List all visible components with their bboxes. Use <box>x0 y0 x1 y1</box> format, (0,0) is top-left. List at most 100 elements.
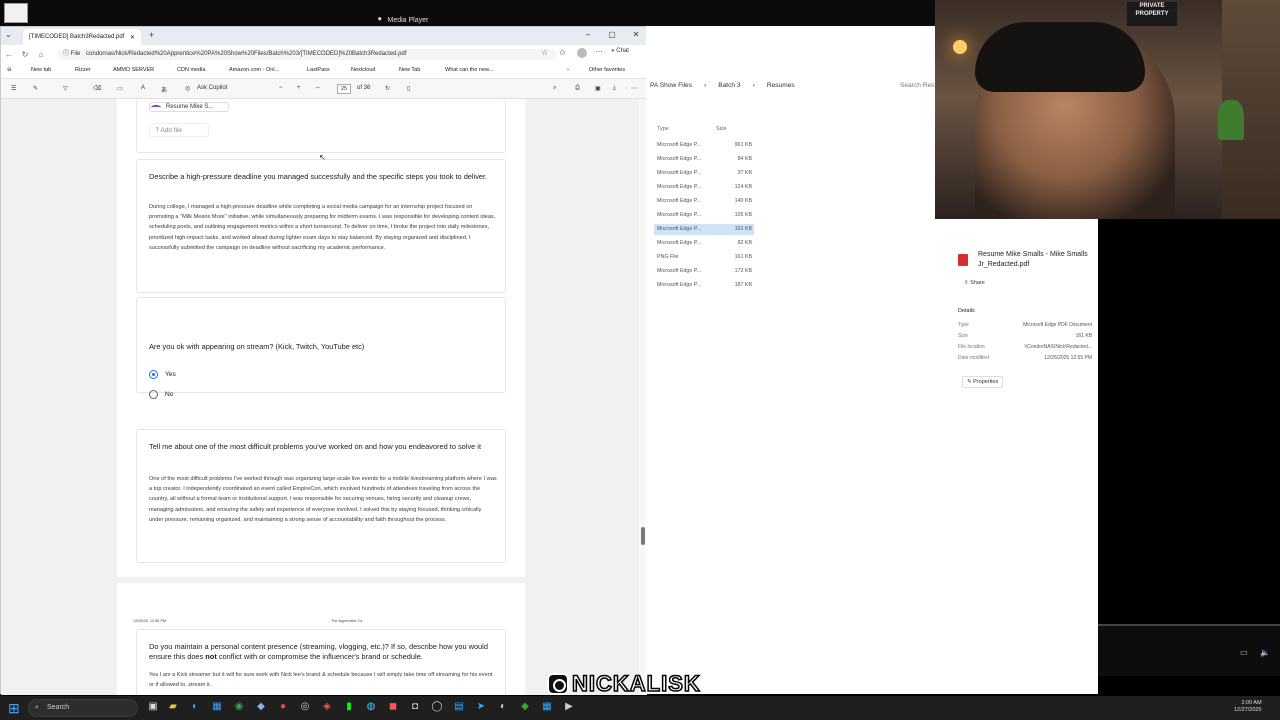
print-icon[interactable]: ⎙ <box>575 85 580 92</box>
file-row[interactable]: Microsoft Edge P... 172 KB <box>654 266 754 277</box>
zoom-out-icon[interactable]: − <box>279 85 283 91</box>
app-icon[interactable]: ➤ <box>474 700 488 714</box>
app-icon[interactable]: ◐ <box>496 700 510 714</box>
attachment-chip[interactable]: Resume Mike S... <box>149 102 229 112</box>
chrome-icon[interactable]: ◉ <box>232 700 246 714</box>
app-icon[interactable]: ◯ <box>430 700 444 714</box>
fav-item[interactable]: What can the new... <box>445 67 493 73</box>
app-icon[interactable]: ◎ <box>298 700 312 714</box>
view-icon[interactable]: ▭ <box>117 85 123 92</box>
properties-button[interactable]: ✎ Properties <box>962 376 1004 388</box>
taskbar-search[interactable]: ⌕ Search <box>28 699 138 717</box>
page-view-icon[interactable]: ▯ <box>407 85 410 92</box>
store-icon[interactable]: ▦ <box>210 700 224 714</box>
fav-item[interactable]: New Tab <box>399 67 420 73</box>
fav-item[interactable]: Amazon.com - Onl... <box>229 67 279 73</box>
radio-no[interactable] <box>149 390 158 399</box>
url-field[interactable]: ⓘ File condornas/Nick/Redacted%20Apprent… <box>57 49 557 60</box>
column-header-type[interactable]: Type <box>657 126 669 132</box>
copilot-chat-button[interactable]: ● Chat <box>611 48 629 54</box>
favorite-star-icon[interactable]: ☆ <box>541 48 548 57</box>
zoom-in-icon[interactable]: + <box>297 85 301 91</box>
file-row-selected[interactable]: Microsoft Edge P... 162 KB <box>654 224 754 235</box>
close-window-button[interactable]: ✕ <box>627 30 645 39</box>
more-options-icon[interactable]: ⋯ <box>631 85 637 92</box>
ask-copilot-button[interactable]: Ask Copilot <box>197 85 227 91</box>
new-tab-button[interactable]: + <box>149 30 154 40</box>
app-icon[interactable]: ◼ <box>386 700 400 714</box>
save-icon[interactable]: ▣ <box>595 85 601 92</box>
caption-icon[interactable]: ▭ <box>1240 648 1248 657</box>
app-icon[interactable]: ▤ <box>452 700 466 714</box>
draw-icon[interactable]: ✎ <box>33 85 38 92</box>
app-icon[interactable]: ◍ <box>364 700 378 714</box>
page-number-input[interactable]: 25 <box>337 84 351 94</box>
home-icon[interactable]: ⌂ <box>33 50 49 59</box>
file-row[interactable]: Microsoft Edge P... 84 KB <box>654 154 754 165</box>
window-thumbnail[interactable] <box>4 3 28 23</box>
more-icon[interactable]: ⋯ <box>595 47 603 56</box>
fav-item[interactable]: LastPass <box>307 67 330 73</box>
fit-page-icon[interactable]: ⇔ <box>315 85 321 91</box>
media-player-taskbar-icon[interactable]: ▶ <box>562 700 576 714</box>
save-as-icon[interactable]: ⤓ <box>613 85 616 92</box>
system-clock[interactable]: 2:00 AM 12/27/2025 <box>1234 700 1262 714</box>
task-view-icon[interactable]: ▣ <box>146 700 160 714</box>
profile-avatar[interactable] <box>577 48 587 58</box>
file-explorer-icon[interactable]: ▰ <box>166 700 180 714</box>
file-row[interactable]: Microsoft Edge P... 37 KB <box>654 168 754 179</box>
breadcrumb-item[interactable]: Resumes <box>767 82 795 89</box>
tab-active[interactable]: [TIMECODED] Batch3Redacted.pdf ✕ <box>23 29 141 45</box>
windows-start-icon[interactable]: ⊞ <box>8 700 20 717</box>
chevron-right-icon[interactable]: › <box>567 67 569 73</box>
back-icon[interactable]: ← <box>1 50 17 59</box>
fav-item[interactable]: Nextcloud <box>351 67 375 73</box>
favorites-toggle-icon[interactable]: ⊖ <box>7 67 12 73</box>
file-row[interactable]: Microsoft Edge P... 187 KB <box>654 280 754 291</box>
fav-item[interactable]: Rizzer <box>75 67 91 73</box>
app-icon[interactable]: ◈ <box>320 700 334 714</box>
search-icon[interactable]: ⌕ <box>553 85 556 92</box>
app-icon[interactable]: ◆ <box>254 700 268 714</box>
app-icon[interactable]: ● <box>276 700 290 714</box>
breadcrumb-item[interactable]: Batch 3 <box>718 82 740 89</box>
app-icon[interactable]: ▮ <box>342 700 356 714</box>
breadcrumb-item[interactable]: PA Show Files <box>650 82 692 89</box>
scrollbar-thumb[interactable] <box>641 527 645 545</box>
column-header-size[interactable]: Size <box>716 126 727 132</box>
copilot-small-icon[interactable]: ◎ <box>185 85 190 92</box>
add-file-button[interactable]: ⤒ Add file <box>149 123 209 137</box>
erase-icon[interactable]: ⌫ <box>93 85 101 92</box>
app-icon[interactable]: ◆ <box>518 700 532 714</box>
translate-icon[interactable]: あ <box>161 85 167 94</box>
minimize-button[interactable]: – <box>579 30 597 39</box>
highlight-icon[interactable]: ▽ <box>63 85 68 92</box>
refresh-icon[interactable]: ↻ <box>17 50 33 59</box>
favorites-icon[interactable]: ✩ <box>559 48 566 57</box>
file-row[interactable]: Microsoft Edge P... 82 KB <box>654 238 754 249</box>
rotate-icon[interactable]: ↻ <box>385 85 390 92</box>
app-icon[interactable]: ▦ <box>540 700 554 714</box>
app-icon[interactable]: ◘ <box>408 700 422 714</box>
explorer-search-input[interactable]: Search Res <box>900 82 934 89</box>
maximize-button[interactable]: ▢ <box>603 30 621 39</box>
edge-icon[interactable]: ◐ <box>188 700 202 714</box>
file-row[interactable]: Microsoft Edge P... 105 KB <box>654 210 754 221</box>
tab-actions-icon[interactable]: ⌄ <box>5 30 12 39</box>
fav-item[interactable]: CDN media <box>177 67 205 73</box>
contents-icon[interactable]: ☰ <box>11 85 16 92</box>
other-favorites[interactable]: Other favorites <box>589 67 625 73</box>
media-player-title[interactable]: ⏺ Media Player <box>378 16 428 24</box>
radio-yes[interactable] <box>149 370 158 379</box>
file-row[interactable]: Microsoft Edge P... 961 KB <box>654 140 754 151</box>
read-aloud-icon[interactable]: A <box>141 85 145 91</box>
file-row[interactable]: Microsoft Edge P... 140 KB <box>654 196 754 207</box>
close-tab-icon[interactable]: ✕ <box>130 34 135 41</box>
file-row[interactable]: Microsoft Edge P... 124 KB <box>654 182 754 193</box>
fav-item[interactable]: AMMO SERVER <box>113 67 154 73</box>
fav-item[interactable]: New tab <box>31 67 51 73</box>
file-row[interactable]: PNG File 161 KB <box>654 252 754 263</box>
share-button[interactable]: ⇪ Share <box>964 280 985 286</box>
pdf-viewport[interactable]: Resume Mike S... ⤒ Add file Describe a h… <box>1 99 647 695</box>
volume-icon[interactable]: 🔈 <box>1260 648 1270 657</box>
